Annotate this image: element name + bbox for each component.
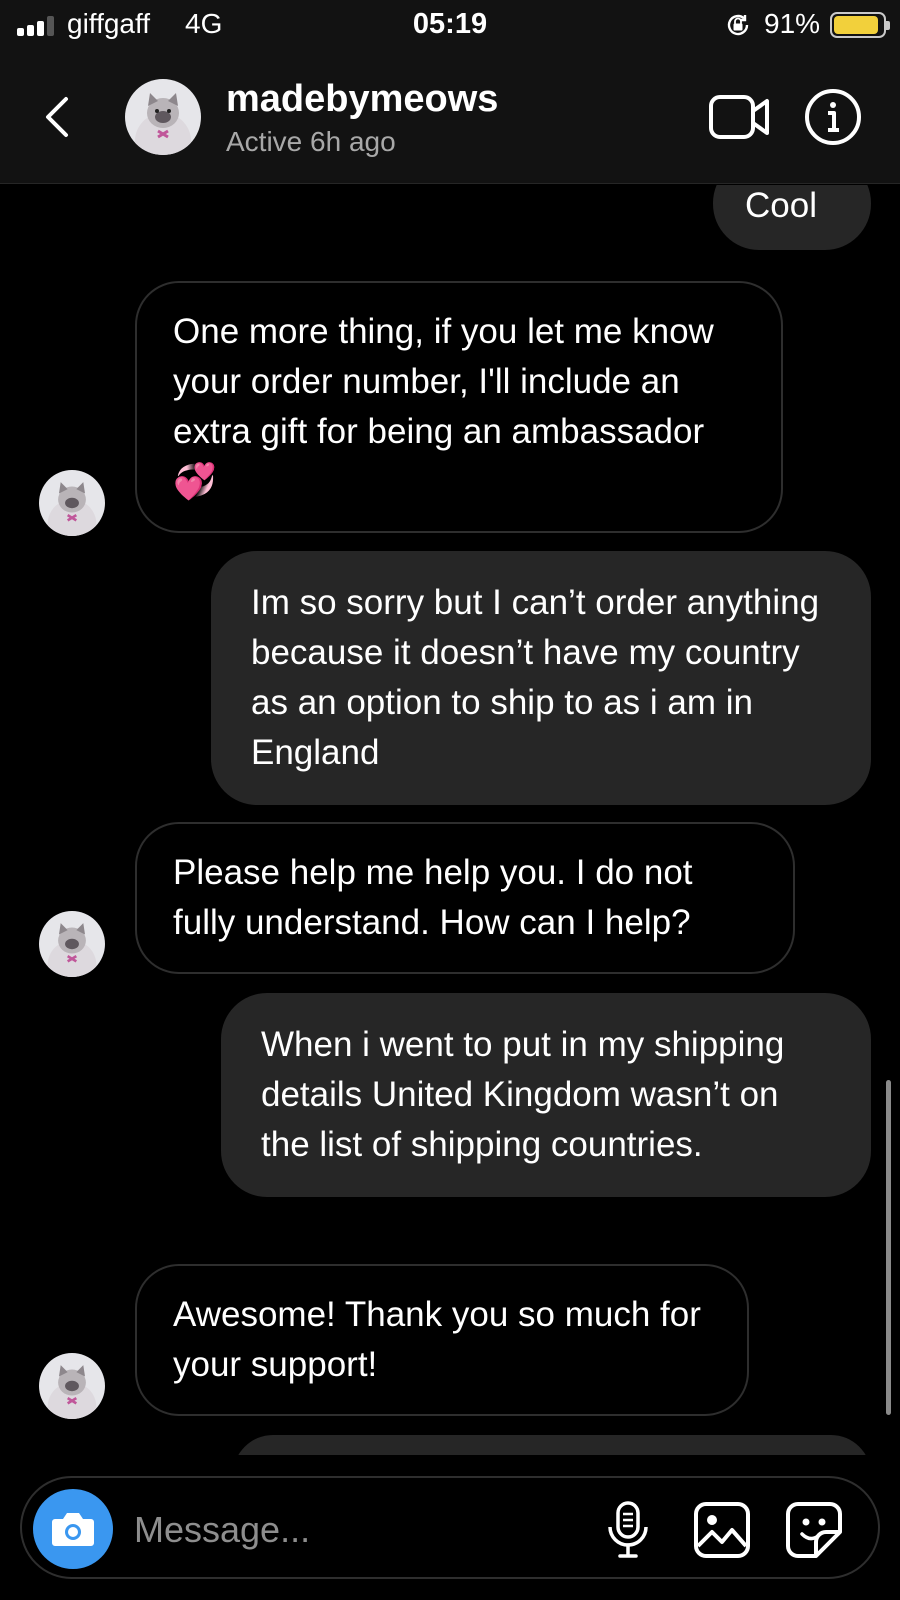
message-sent[interactable]: Im so sorry but I can’t order anything b… (211, 551, 871, 805)
video-camera-icon[interactable] (708, 92, 772, 142)
contact-username[interactable]: madebymeows (226, 78, 498, 121)
camera-icon (52, 1513, 94, 1546)
message-received[interactable]: Awesome! Thank you so much for your supp… (135, 1264, 749, 1416)
microphone-icon[interactable] (604, 1499, 652, 1561)
info-icon[interactable] (804, 88, 862, 146)
status-bar: giffgaff 4G 05:19 91% (0, 0, 900, 50)
message-received[interactable]: Please help me help you. I do not fully … (135, 822, 795, 974)
chat-header: madebymeows Active 6h ago (0, 50, 900, 184)
message-list[interactable]: Cool One more thing, if you let me know … (0, 185, 900, 1455)
gallery-icon[interactable] (692, 1500, 752, 1560)
message-sent[interactable]: Cool (713, 185, 871, 250)
message-sent[interactable]: When i went to put in my shipping detail… (221, 993, 871, 1197)
battery-percentage: 91% (764, 8, 821, 39)
back-arrow-icon[interactable] (38, 92, 78, 142)
sticker-icon[interactable] (784, 1500, 844, 1560)
message-received[interactable]: One more thing, if you let me know your … (135, 281, 783, 533)
orientation-lock-icon (727, 14, 749, 36)
sender-avatar[interactable] (39, 470, 105, 536)
camera-button[interactable] (33, 1489, 113, 1569)
contact-avatar[interactable] (125, 79, 201, 155)
message-composer (20, 1476, 880, 1579)
battery-icon (830, 12, 890, 38)
message-input[interactable] (134, 1502, 564, 1558)
scroll-indicator[interactable] (886, 1080, 891, 1415)
message-sent-partial[interactable] (233, 1435, 871, 1455)
sender-avatar[interactable] (39, 1353, 105, 1419)
sender-avatar[interactable] (39, 911, 105, 977)
active-status: Active 6h ago (226, 126, 396, 157)
